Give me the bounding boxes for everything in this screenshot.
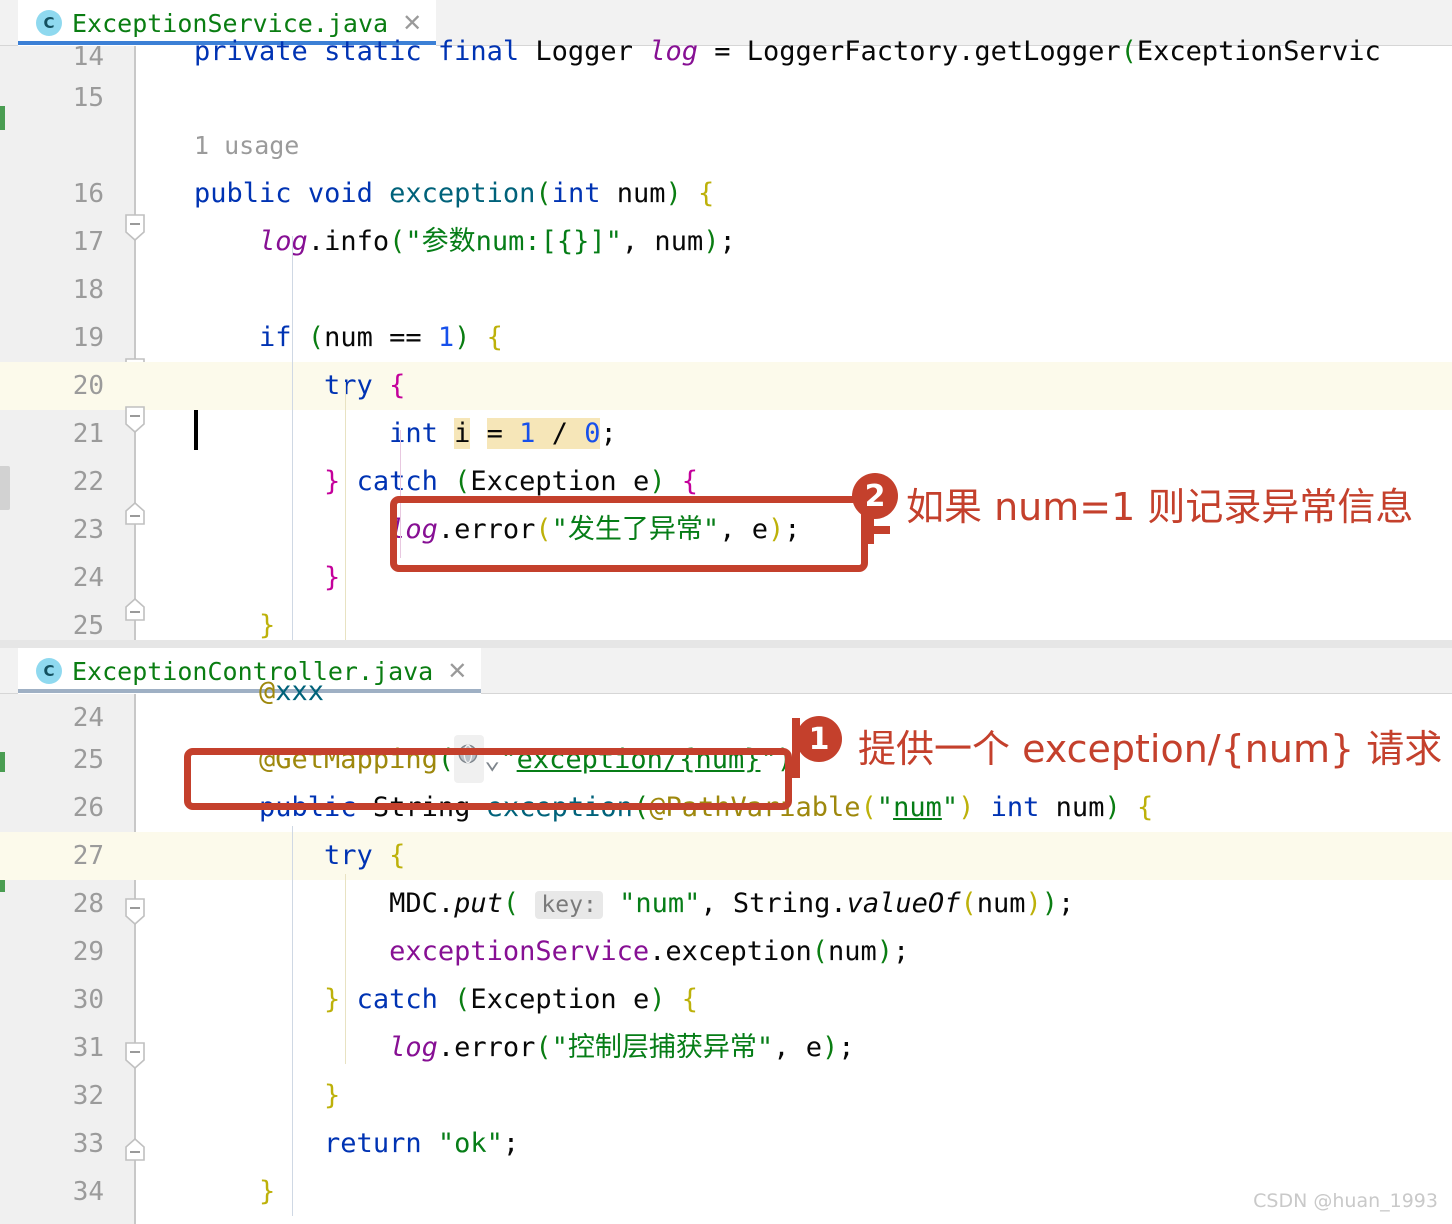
code-text: if (num == 1) { xyxy=(259,322,503,353)
line-number: 27 xyxy=(72,841,104,871)
code-text: public String exception(@PathVariable("n… xyxy=(259,792,1154,823)
line-number: 32 xyxy=(72,1081,104,1111)
code-text: } xyxy=(324,1080,341,1111)
code-line-27: 27 try { xyxy=(0,832,1452,880)
code-line-20: 20 try { xyxy=(0,362,1452,410)
line-number: 21 xyxy=(72,419,104,449)
code-text: } catch (Exception e) { xyxy=(324,466,698,497)
code-line-14: 14 private static final Logger log = Log… xyxy=(0,36,1452,74)
code-line-29: 29 exceptionService.exception(num); xyxy=(0,928,1452,976)
indent-guide xyxy=(400,430,401,558)
code-line-18: 18 xyxy=(0,266,1452,314)
indent-guide xyxy=(292,236,293,648)
indent-guide xyxy=(345,382,346,648)
indent-guide xyxy=(292,826,293,1216)
code-line-24: 24 } xyxy=(0,554,1452,602)
line-number: 20 xyxy=(72,371,104,401)
line-number: 17 xyxy=(72,227,104,257)
code-line-17: 17 log.info("参数num:[{}]", num); xyxy=(0,218,1452,266)
line-number: 19 xyxy=(72,323,104,353)
line-number: 24 xyxy=(72,563,104,593)
code-line-33: 33 return "ok"; xyxy=(0,1120,1452,1168)
code-text: @xxx xyxy=(259,676,325,707)
pane-divider[interactable] xyxy=(0,640,1452,648)
java-class-icon: C xyxy=(36,658,62,684)
line-number: 28 xyxy=(72,889,104,919)
line-number: 25 xyxy=(72,745,104,775)
code-line-30: 30 } catch (Exception e) { xyxy=(0,976,1452,1024)
line-number: 18 xyxy=(72,275,104,305)
code-line-31: 31 log.error("控制层捕获异常", e); xyxy=(0,1024,1452,1072)
line-number: 14 xyxy=(72,42,104,72)
line-number: 22 xyxy=(72,467,104,497)
line-number: 15 xyxy=(72,83,104,113)
screenshot-root: C ExceptionService.java ✕ 14 private sta… xyxy=(0,0,1452,1224)
indent-guide xyxy=(345,874,346,1064)
code-text: try { xyxy=(324,370,406,401)
code-text: } catch (Exception e) { xyxy=(324,984,698,1015)
java-class-icon: C xyxy=(36,10,62,36)
code-line-19: 19 if (num == 1) { xyxy=(0,314,1452,362)
code-line-21: 21 int i = 1 / 0; xyxy=(0,410,1452,458)
annotation-badge-1: 1 xyxy=(796,716,842,762)
code-text: try { xyxy=(324,840,406,871)
line-number: 29 xyxy=(72,937,104,967)
code-line-16: 16 public void exception(int num) { xyxy=(0,170,1452,218)
line-number: 30 xyxy=(72,985,104,1015)
code-line-28: 28 MDC.put( key: "num", String.valueOf(n… xyxy=(0,880,1452,928)
code-area-controller[interactable]: 24 @xxx 25 @GetMapping(⌄"exception/{num}… xyxy=(0,676,1452,1224)
code-text: exceptionService.exception(num); xyxy=(389,936,910,967)
web-endpoint-icon[interactable] xyxy=(454,734,485,783)
code-line-32: 32 } xyxy=(0,1072,1452,1120)
inlay-usage-row[interactable]: 1 usage xyxy=(0,122,1452,170)
line-number-blank xyxy=(0,122,118,170)
parameter-hint-key: key: xyxy=(535,891,603,919)
code-line-26: 26 public String exception(@PathVariable… xyxy=(0,784,1452,832)
code-text: } xyxy=(259,1176,276,1207)
code-line-15: 15 xyxy=(0,74,1452,122)
code-text: log.error("控制层捕获异常", e); xyxy=(389,1032,855,1063)
code-text: public void exception(int num) { xyxy=(194,178,715,209)
line-number: 33 xyxy=(72,1129,104,1159)
line-number: 24 xyxy=(72,703,104,733)
annotation-text-2: 如果 num=1 则记录异常信息 xyxy=(906,485,1414,529)
code-line-34: 34 } xyxy=(0,1168,1452,1216)
line-number: 34 xyxy=(72,1177,104,1207)
watermark: CSDN @huan_1993 xyxy=(1253,1190,1438,1212)
code-text: @GetMapping(⌄"exception/{num}") xyxy=(194,734,793,784)
usage-hint[interactable]: 1 usage xyxy=(194,122,299,170)
annotation-badge-2: 2 xyxy=(852,473,898,519)
code-text: int i = 1 / 0; xyxy=(389,418,617,449)
code-text: return "ok"; xyxy=(324,1128,520,1159)
code-area-service[interactable]: 14 private static final Logger log = Log… xyxy=(0,36,1452,648)
line-number: 23 xyxy=(72,515,104,545)
code-text: private static final Logger log = Logger… xyxy=(194,36,1381,67)
line-number: 16 xyxy=(72,179,104,209)
close-icon[interactable]: ✕ xyxy=(443,659,467,683)
code-text: log.error("发生了异常", e); xyxy=(389,514,801,545)
code-text: MDC.put( key: "num", String.valueOf(num)… xyxy=(194,888,1075,919)
line-number: 31 xyxy=(72,1033,104,1063)
code-text: log.info("参数num:[{}]", num); xyxy=(259,226,736,257)
code-text: } xyxy=(324,562,341,593)
editor-pane-exception-service: C ExceptionService.java ✕ 14 private sta… xyxy=(0,0,1452,648)
annotation-text-1: 提供一个 exception/{num} 请求 xyxy=(858,727,1443,771)
line-number: 26 xyxy=(72,793,104,823)
